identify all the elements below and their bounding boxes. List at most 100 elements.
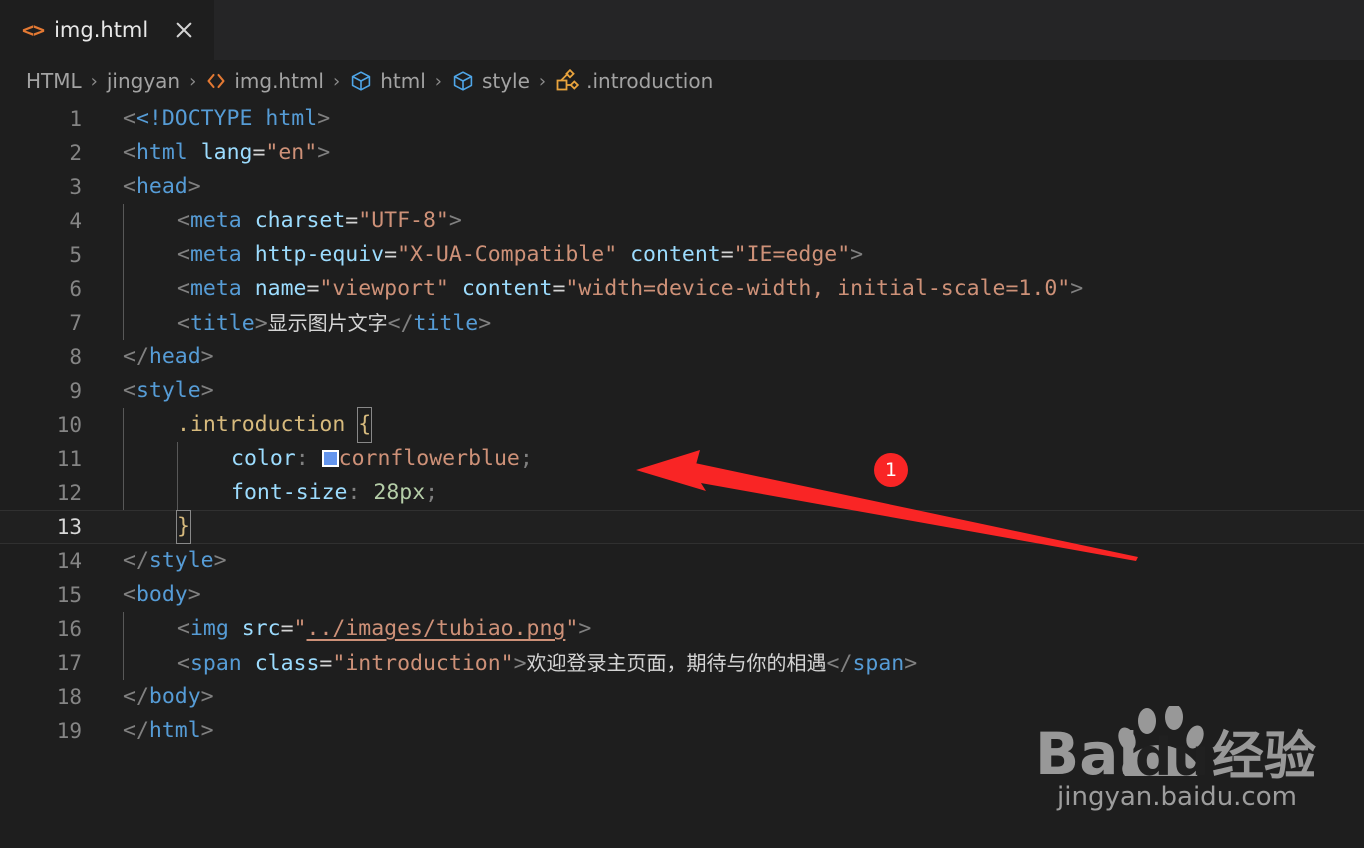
token-tag: meta xyxy=(189,242,242,267)
token-doctype: <!DOCTYPE xyxy=(135,106,253,131)
token-css-number: 28px xyxy=(373,480,426,505)
token-string: "width=device-width, initial-scale=1.0" xyxy=(565,276,1071,301)
line-number: 6 xyxy=(69,277,82,301)
code-line[interactable]: 6 <meta name="viewport" content="width=d… xyxy=(0,272,1364,306)
token-tag: style xyxy=(148,548,214,573)
code-line[interactable]: 10 .introduction { xyxy=(0,407,1364,443)
line-number: 2 xyxy=(69,141,82,165)
vscode-window: <> img.html HTML › jingyan › img.html › xyxy=(0,0,1364,848)
code-line[interactable]: 11 color: cornflowerblue; xyxy=(0,442,1364,476)
token-tag: span xyxy=(189,651,242,676)
line-number: 15 xyxy=(56,583,82,607)
token-tag: body xyxy=(135,582,188,607)
bracket-match-open: { xyxy=(357,407,373,443)
code-line[interactable]: 12 font-size: 28px; xyxy=(0,476,1364,510)
css-selector-icon xyxy=(555,69,580,93)
bracket-match-close: } xyxy=(176,510,191,544)
breadcrumb-item-style-symbol[interactable]: style xyxy=(451,69,530,93)
token-tag: title xyxy=(189,311,255,336)
cornflowerblue-swatch[interactable] xyxy=(321,450,339,467)
token-attr: lang xyxy=(200,140,253,165)
code-line[interactable]: 14 </style> xyxy=(0,544,1364,578)
code-editor[interactable]: 1 <<!DOCTYPE html> 2 <html lang="en"> 3 … xyxy=(0,102,1364,848)
breadcrumb-label: HTML xyxy=(26,69,82,93)
line-content: <span class="introduction">欢迎登录主页面，期待与你的… xyxy=(177,651,918,676)
line-content: <html lang="en"> xyxy=(123,140,331,165)
token-tag: title xyxy=(413,311,479,336)
token-tag: meta xyxy=(189,276,242,301)
breadcrumb-item-html-symbol[interactable]: html xyxy=(349,69,426,93)
code-line[interactable]: 4 <meta charset="UTF-8"> xyxy=(0,204,1364,238)
editor-tab-bar: <> img.html xyxy=(0,0,1364,60)
code-line[interactable]: 17 <span class="introduction">欢迎登录主页面，期待… xyxy=(0,646,1364,680)
breadcrumb-label: style xyxy=(481,69,530,93)
line-content: </head> xyxy=(123,344,214,369)
code-line[interactable]: 19 </html> xyxy=(0,714,1364,748)
line-number: 17 xyxy=(56,651,82,675)
token-string: "viewport" xyxy=(319,276,449,301)
breadcrumb-item-jingyan[interactable]: jingyan xyxy=(107,69,180,93)
line-number: 12 xyxy=(56,481,82,505)
line-content: <style> xyxy=(123,378,214,403)
line-content: color: cornflowerblue; xyxy=(231,446,533,471)
token-tag: img xyxy=(189,616,229,641)
token-attr: content xyxy=(461,276,553,301)
code-line[interactable]: 8 </head> xyxy=(0,340,1364,374)
tab-img-html[interactable]: <> img.html xyxy=(0,0,215,60)
line-content: <img src="../images/tubiao.png"> xyxy=(177,616,592,641)
token-css-property: font-size xyxy=(231,480,348,505)
breadcrumb: HTML › jingyan › img.html › html › style… xyxy=(0,60,1364,102)
token-attr: http-equiv xyxy=(254,242,385,267)
breadcrumb-separator: › xyxy=(538,70,547,92)
close-icon[interactable] xyxy=(172,18,196,42)
code-line[interactable]: 2 <html lang="en"> xyxy=(0,136,1364,170)
line-content: <meta http-equiv="X-UA-Compatible" conte… xyxy=(177,242,864,267)
line-content: font-size: 28px; xyxy=(231,480,439,505)
code-line[interactable]: 9 <style> xyxy=(0,374,1364,408)
code-line[interactable]: 7 <title>显示图片文字</title> xyxy=(0,306,1364,340)
token-string: "IE=edge" xyxy=(733,242,851,267)
breadcrumb-separator: › xyxy=(90,70,98,92)
token-text: 显示图片文字 xyxy=(267,311,388,335)
token-css-selector: .introduction xyxy=(177,412,346,437)
line-number: 5 xyxy=(69,243,82,267)
token-tag: style xyxy=(135,378,201,403)
line-content: <head> xyxy=(123,174,201,199)
token-string: "X-UA-Compatible" xyxy=(397,242,618,267)
breadcrumb-item-html[interactable]: HTML xyxy=(26,69,82,93)
token-tag: html xyxy=(135,140,188,165)
breadcrumb-label: html xyxy=(380,69,426,93)
line-number: 18 xyxy=(56,685,82,709)
line-content: .introduction { xyxy=(177,407,373,443)
breadcrumb-item-introduction[interactable]: .introduction xyxy=(555,69,713,93)
code-line[interactable]: 3 <head> xyxy=(0,170,1364,204)
line-content: </style> xyxy=(123,548,227,573)
code-line[interactable]: 5 <meta http-equiv="X-UA-Compatible" con… xyxy=(0,238,1364,272)
line-content: <<!DOCTYPE html> xyxy=(123,106,331,131)
breadcrumb-label: img.html xyxy=(234,69,324,93)
token-tag: html xyxy=(148,718,201,743)
token-tag: html xyxy=(265,106,318,131)
line-content: <title>显示图片文字</title> xyxy=(177,311,492,336)
line-number: 3 xyxy=(69,175,82,199)
code-line[interactable]: 1 <<!DOCTYPE html> xyxy=(0,102,1364,136)
line-number: 8 xyxy=(69,345,82,369)
code-line[interactable]: 16 <img src="../images/tubiao.png"> xyxy=(0,612,1364,646)
breadcrumb-label: jingyan xyxy=(106,69,181,93)
breadcrumb-item-img-html[interactable]: img.html xyxy=(205,69,324,93)
html-file-icon xyxy=(205,70,227,92)
breadcrumb-separator: › xyxy=(434,70,442,92)
line-number: 9 xyxy=(69,379,82,403)
code-line[interactable]: 18 </body> xyxy=(0,680,1364,714)
token-attr: charset xyxy=(254,208,346,233)
line-content: <meta charset="UTF-8"> xyxy=(177,208,462,233)
line-number: 16 xyxy=(56,617,82,641)
token-string: "UTF-8" xyxy=(358,208,449,233)
line-number: 13 xyxy=(56,515,82,539)
token-attr: class xyxy=(254,651,320,676)
tab-label: img.html xyxy=(54,18,149,42)
token-file-link[interactable]: ../images/tubiao.png xyxy=(307,616,566,641)
symbol-cube-icon xyxy=(451,69,475,93)
code-line[interactable]: 15 <body> xyxy=(0,578,1364,612)
code-line-active[interactable]: 13 } xyxy=(0,510,1364,544)
